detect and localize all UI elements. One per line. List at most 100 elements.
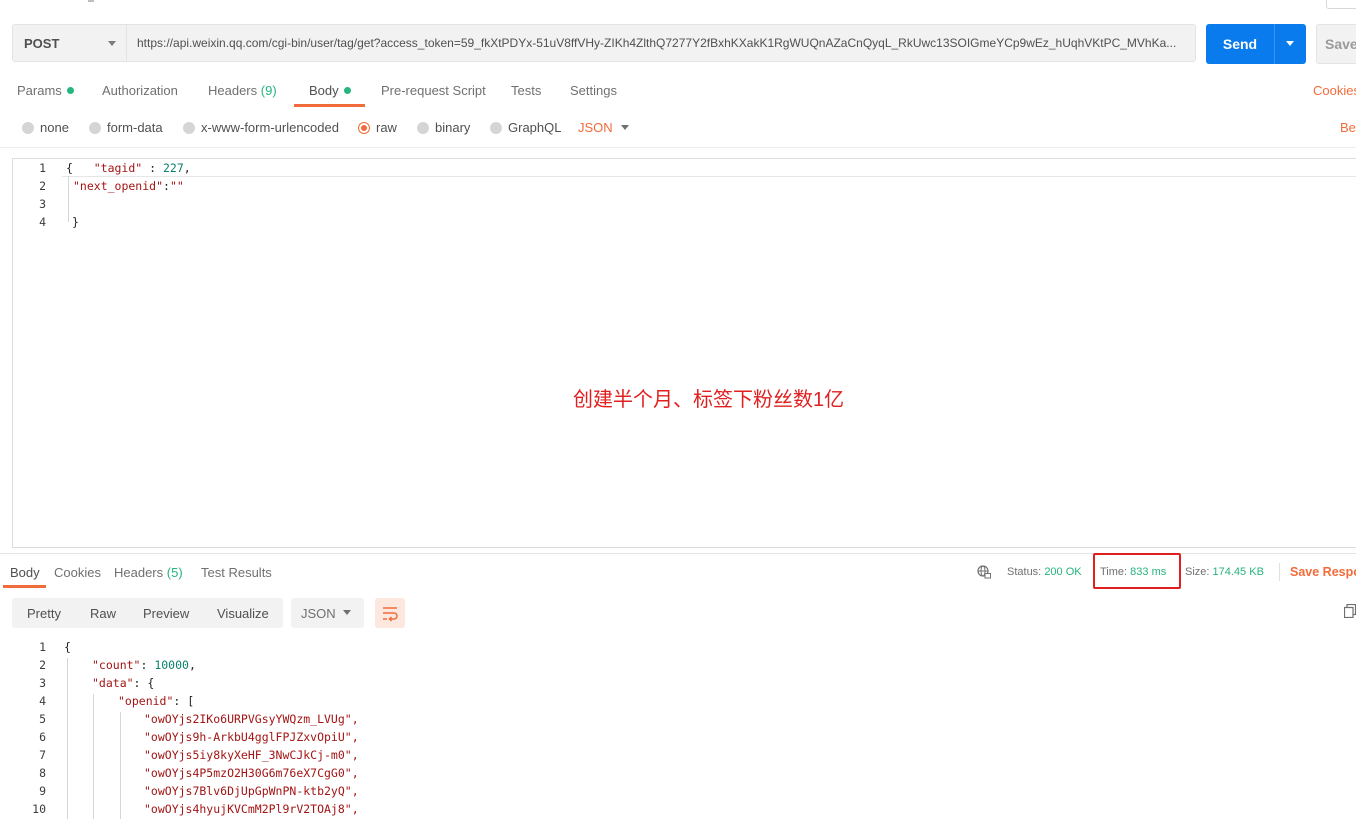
response-tab-headers[interactable]: Headers (5)	[114, 565, 183, 580]
line-number: 8	[39, 766, 46, 780]
radio-form-data[interactable]: form-data	[89, 120, 163, 136]
tab-body[interactable]: Body	[309, 83, 351, 98]
tab-label: Params	[17, 83, 62, 98]
brace: {	[66, 161, 73, 175]
code-line: "count": 10000,	[92, 658, 196, 672]
method-select[interactable]: POST	[12, 24, 127, 62]
line-number: 2	[39, 658, 46, 672]
radio-none[interactable]: none	[22, 120, 69, 136]
status-value: 200 OK	[1044, 566, 1082, 578]
wrap-icon	[383, 607, 398, 622]
view-pretty-button[interactable]: Pretty	[27, 606, 61, 621]
openid-item: "owOYjs7Blv6DjUpGpWnPN-ktb2yQ",	[144, 784, 359, 798]
save-response-button[interactable]: Save Respo	[1290, 565, 1356, 579]
line-number: 7	[39, 748, 46, 762]
tab-label: Authorization	[102, 83, 178, 98]
tab-headers[interactable]: Headers (9)	[208, 83, 277, 98]
chevron-down-icon[interactable]	[621, 125, 629, 130]
line-number: 6	[39, 730, 46, 744]
beautify-link[interactable]: Bea	[1340, 120, 1356, 135]
tab-label: Headers	[208, 83, 258, 98]
line-number: 2	[39, 179, 46, 193]
line-number: 4	[39, 215, 46, 229]
json-punct: : [	[173, 694, 195, 708]
save-button[interactable]: Save	[1316, 24, 1356, 64]
method-label: POST	[24, 36, 60, 51]
tab-params[interactable]: Params	[17, 83, 74, 98]
annotation-text: 创建半个月、标签下粉丝数1亿	[573, 389, 845, 411]
line-number: 1	[39, 161, 46, 175]
radio-circle-icon	[417, 122, 429, 134]
tab-label: Settings	[570, 83, 617, 98]
code-line: { "tagid" : 227,	[66, 161, 191, 175]
active-line-highlight	[62, 158, 1356, 177]
chevron-down-icon[interactable]	[1286, 41, 1294, 46]
radio-x-www-form-urlencoded[interactable]: x-www-form-urlencoded	[183, 120, 339, 136]
line-number: 1	[39, 640, 46, 654]
line-number: 4	[39, 694, 46, 708]
indent-guide	[93, 694, 94, 819]
code-line: "openid": [	[118, 694, 194, 708]
openid-item: "owOYjs2IKo6URPVGsyYWQzm_LVUg",	[144, 712, 359, 726]
indent-guide	[68, 176, 69, 222]
view-visualize-button[interactable]: Visualize	[217, 606, 269, 621]
divider	[0, 147, 1356, 148]
divider	[1279, 563, 1280, 581]
size-label: Size:	[1185, 566, 1210, 578]
tab-label: Pre-request Script	[381, 83, 486, 98]
radio-circle-icon	[89, 122, 101, 134]
cookies-link[interactable]: Cookies	[1313, 83, 1356, 98]
url-input[interactable]: https://api.weixin.qq.com/cgi-bin/user/t…	[127, 24, 1196, 62]
radio-graphql[interactable]: GraphQL	[490, 120, 561, 136]
radio-circle-icon	[183, 122, 195, 134]
code-line: "data": {	[92, 676, 154, 690]
tab-tests[interactable]: Tests	[511, 83, 541, 98]
code-line: {	[64, 640, 71, 654]
body-format-select[interactable]: JSON	[578, 120, 613, 135]
separator: :	[142, 161, 163, 175]
globe-lock-icon[interactable]	[977, 565, 991, 579]
line-number: 3	[39, 676, 46, 690]
indicator-dot-icon	[343, 87, 351, 94]
response-tab-cookies[interactable]: Cookies	[54, 565, 101, 580]
send-label: Send	[1222, 36, 1258, 52]
size-readout: Size: 174.45 KB	[1185, 566, 1264, 578]
radio-binary[interactable]: binary	[417, 120, 470, 136]
tab-settings[interactable]: Settings	[570, 83, 617, 98]
highlight-box	[1093, 553, 1181, 589]
json-value: 10000	[154, 658, 189, 672]
indent-guide	[120, 712, 121, 819]
indicator-dot-icon	[66, 87, 74, 94]
response-format-label: JSON	[301, 606, 336, 621]
radio-selected-icon	[358, 122, 370, 134]
line-number: 5	[39, 712, 46, 726]
radio-raw[interactable]: raw	[358, 120, 397, 136]
chevron-down-icon	[343, 610, 351, 615]
tab-label: Tests	[511, 83, 542, 98]
tab-label: Body	[309, 83, 339, 98]
top-right-fragment	[1326, 0, 1356, 9]
radio-label: none	[40, 120, 69, 135]
tab-authorization[interactable]: Authorization	[102, 83, 178, 98]
size-value: 174.45 KB	[1212, 566, 1264, 578]
wrap-lines-button[interactable]	[375, 598, 405, 628]
response-tab-test-results[interactable]: Test Results	[201, 565, 272, 580]
copy-icon[interactable]	[1344, 604, 1356, 618]
code-line: }	[72, 215, 79, 229]
radio-circle-icon	[490, 122, 502, 134]
json-key: "data"	[92, 676, 134, 690]
json-key: "next_openid"	[73, 179, 164, 193]
request-body-editor[interactable]	[12, 158, 1356, 548]
tab-pre-request-script[interactable]: Pre-request Script	[381, 83, 486, 98]
status-readout: Status: 200 OK	[1007, 566, 1082, 578]
openid-item: "owOYjs4hyujKVCmM2Pl9rV2TOAj8",	[144, 802, 359, 816]
openid-item: "owOYjs5iy8kyXeHF_3NwCJkCj-m0",	[144, 748, 359, 762]
view-preview-button[interactable]: Preview	[143, 606, 189, 621]
comma: ,	[183, 161, 191, 175]
send-button[interactable]: Send	[1206, 24, 1306, 64]
line-number: 3	[39, 197, 46, 211]
json-key: "count"	[92, 658, 141, 672]
response-tab-body[interactable]: Body	[10, 565, 40, 580]
active-tab-indicator	[294, 104, 365, 107]
view-raw-button[interactable]: Raw	[90, 606, 116, 621]
